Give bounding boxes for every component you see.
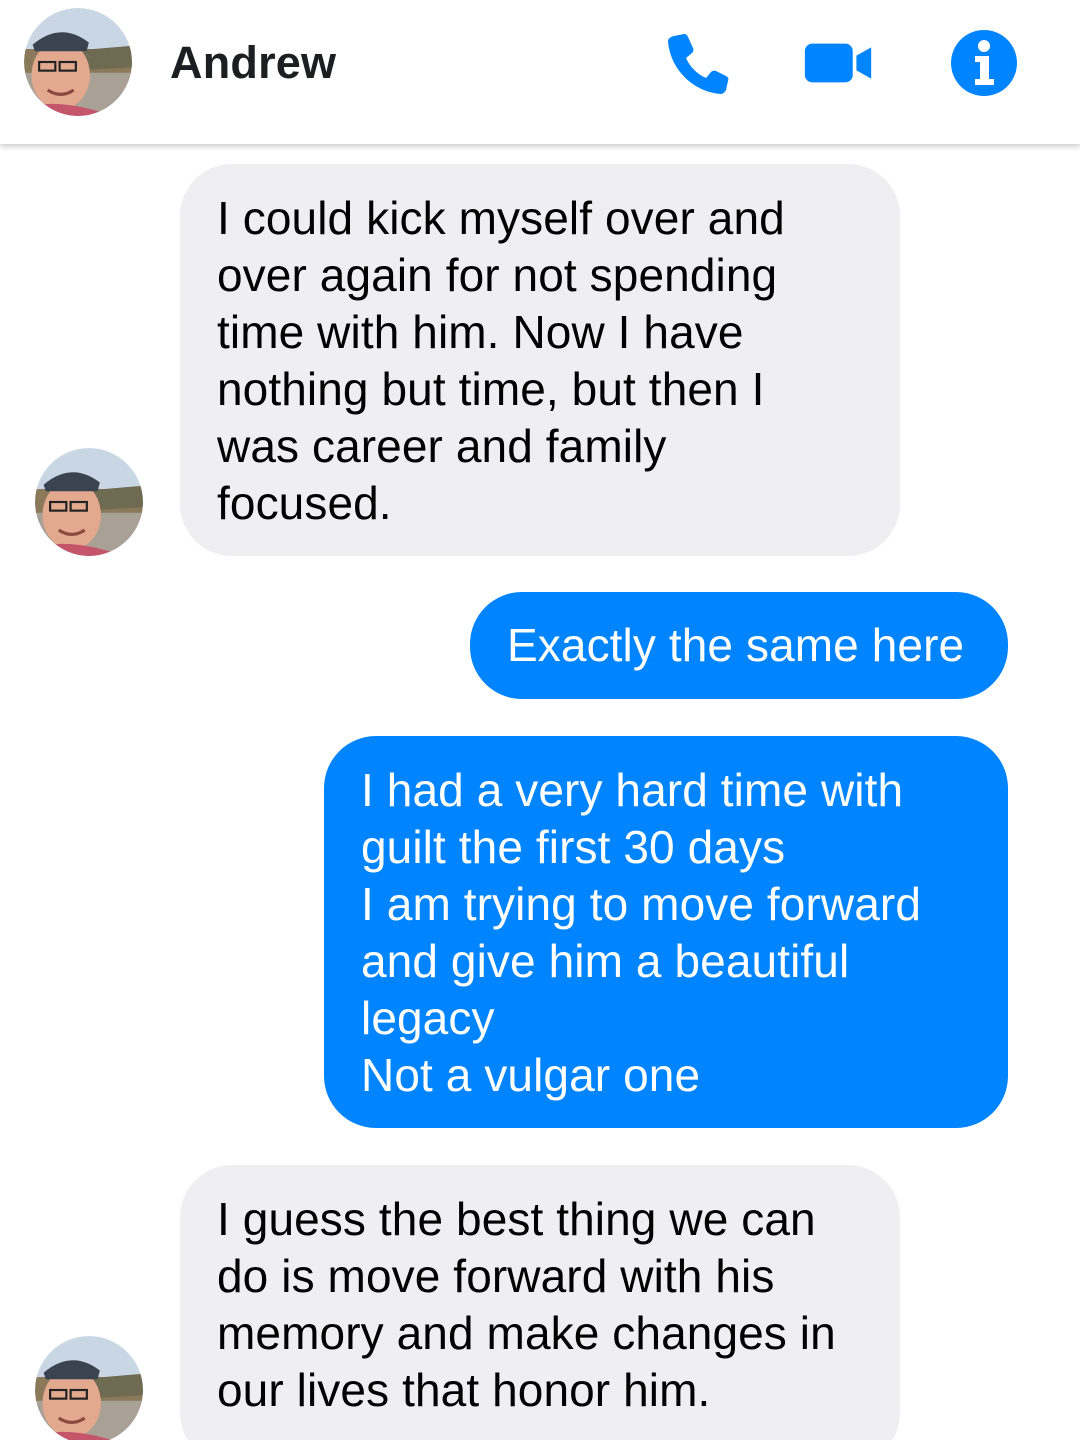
outgoing-message-bubble[interactable]: I had a very hard time with guilt the fi… bbox=[324, 736, 1008, 1128]
video-camera-icon[interactable] bbox=[803, 28, 873, 98]
contact-avatar[interactable] bbox=[24, 8, 132, 116]
sender-avatar[interactable] bbox=[35, 1336, 143, 1440]
sender-avatar[interactable] bbox=[35, 448, 143, 556]
avatar-photo bbox=[35, 1336, 143, 1440]
contact-name[interactable]: Andrew bbox=[170, 37, 336, 89]
phone-icon[interactable] bbox=[660, 28, 730, 98]
incoming-message-bubble[interactable]: I guess the best thing we can do is move… bbox=[180, 1165, 900, 1440]
incoming-message-bubble[interactable]: I could kick myself over and over again … bbox=[180, 164, 900, 556]
info-icon[interactable] bbox=[949, 28, 1019, 98]
messenger-screen: Andrew I could kick myself over and over… bbox=[0, 0, 1080, 1440]
conversation-header: Andrew bbox=[0, 0, 1080, 144]
outgoing-message-bubble[interactable]: Exactly the same here bbox=[470, 592, 1008, 699]
avatar-photo bbox=[35, 448, 143, 556]
avatar-photo bbox=[24, 8, 132, 116]
